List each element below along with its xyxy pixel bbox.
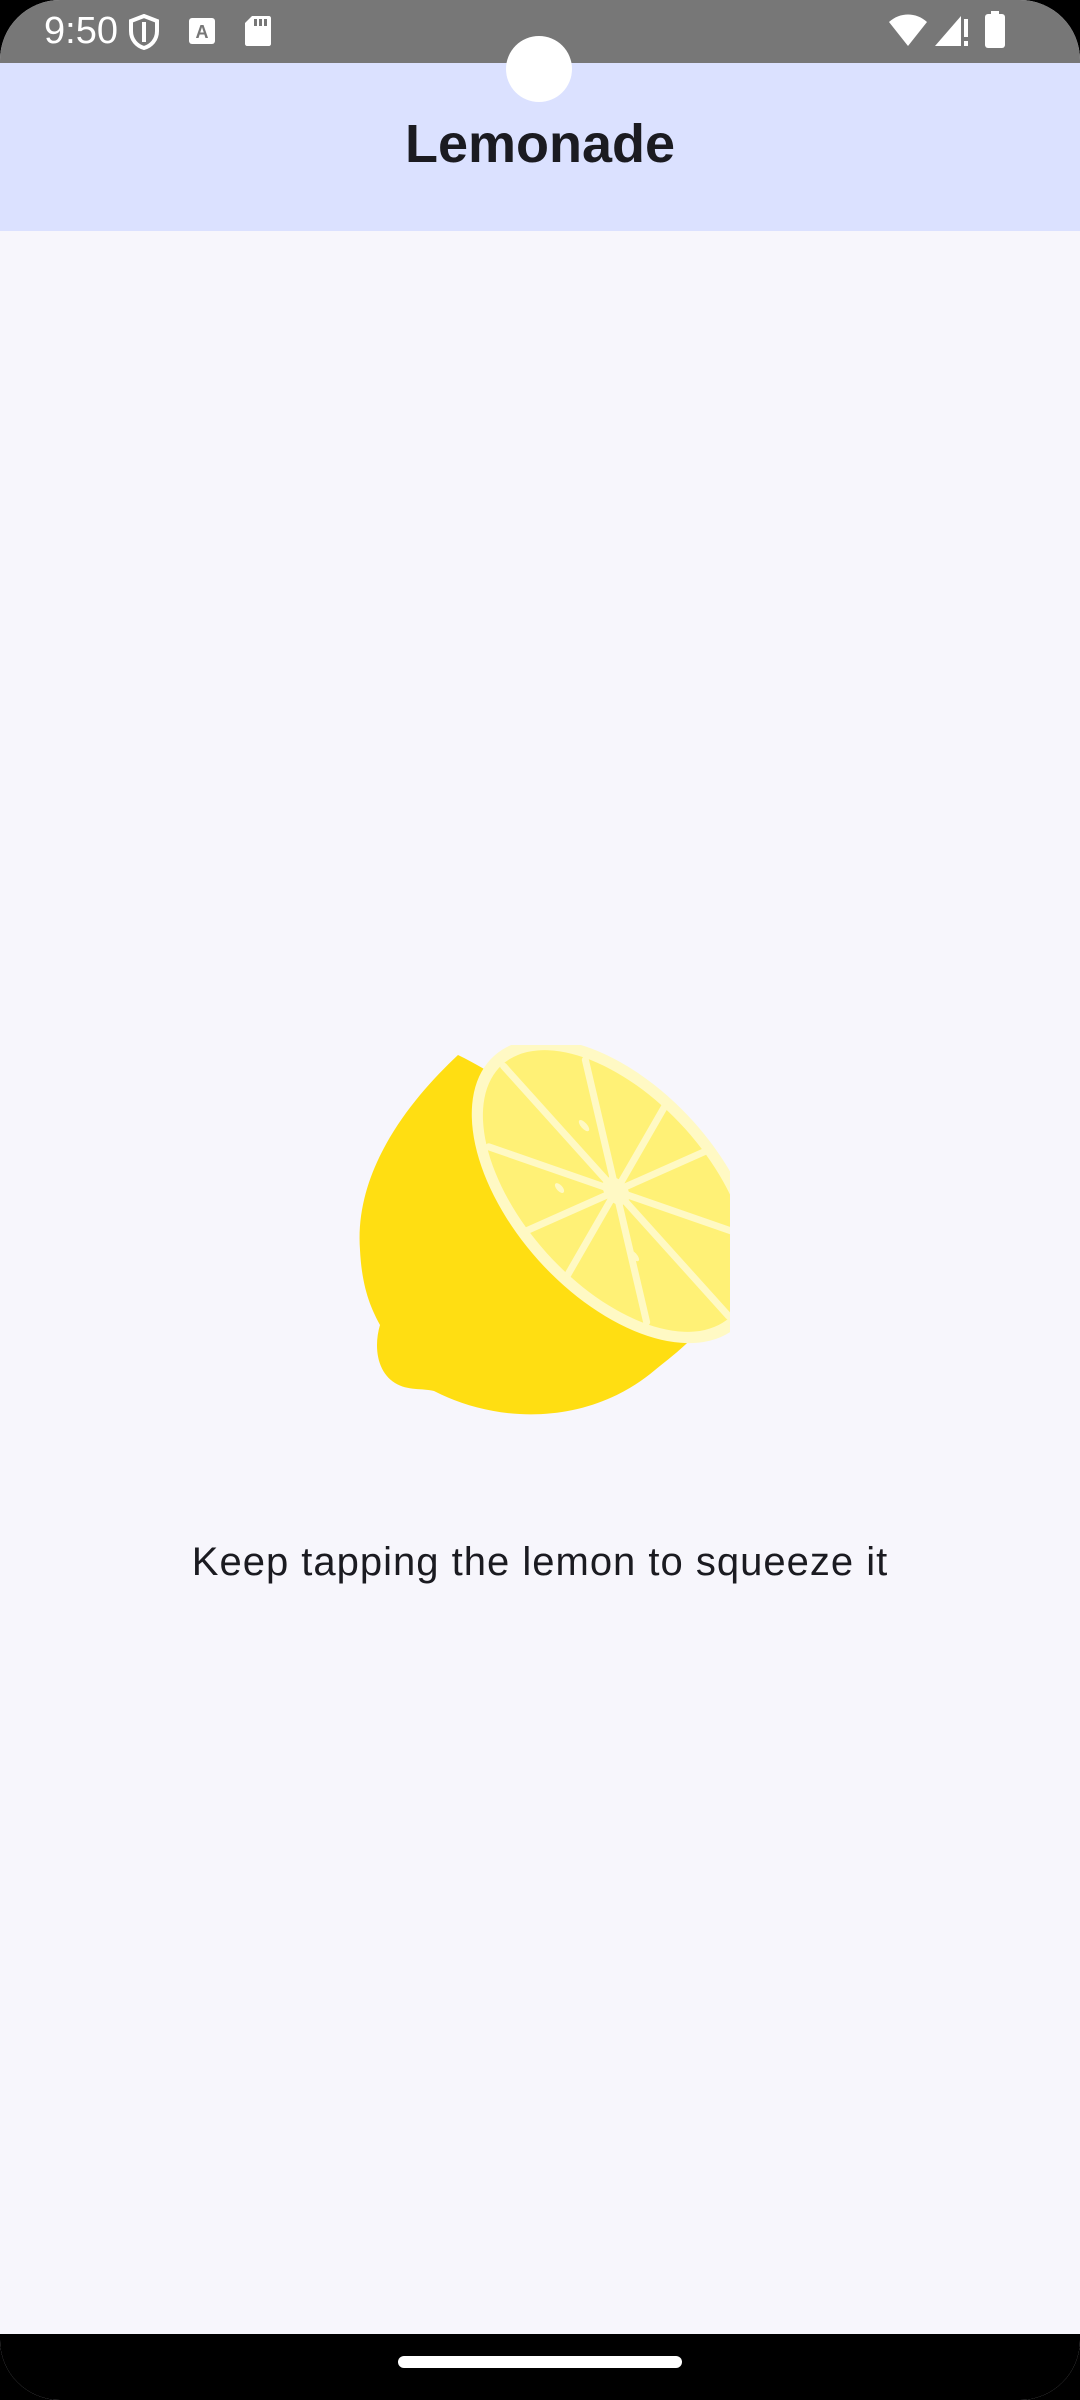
home-indicator[interactable] xyxy=(398,2356,682,2368)
text-a-icon: A xyxy=(188,17,216,50)
shield-icon xyxy=(128,13,160,55)
app-title: Lemonade xyxy=(404,114,676,174)
sd-card-icon xyxy=(244,15,272,52)
camera-cutout xyxy=(506,36,572,102)
phone-screen: 9:50 A Lemonade Keep tapping the lemon t… xyxy=(0,0,1080,2400)
navigation-bar xyxy=(0,2334,1080,2400)
battery-icon xyxy=(984,11,1006,54)
wifi-icon xyxy=(888,13,928,52)
lemon-squeeze-button[interactable] xyxy=(350,1038,761,1435)
svg-text:A: A xyxy=(196,22,209,42)
signal-icon xyxy=(934,13,970,52)
lemon-squeeze-icon xyxy=(359,1038,761,1415)
instruction-text: Keep tapping the lemon to squeeze it xyxy=(191,1540,889,1584)
status-time: 9:50 xyxy=(44,10,118,52)
